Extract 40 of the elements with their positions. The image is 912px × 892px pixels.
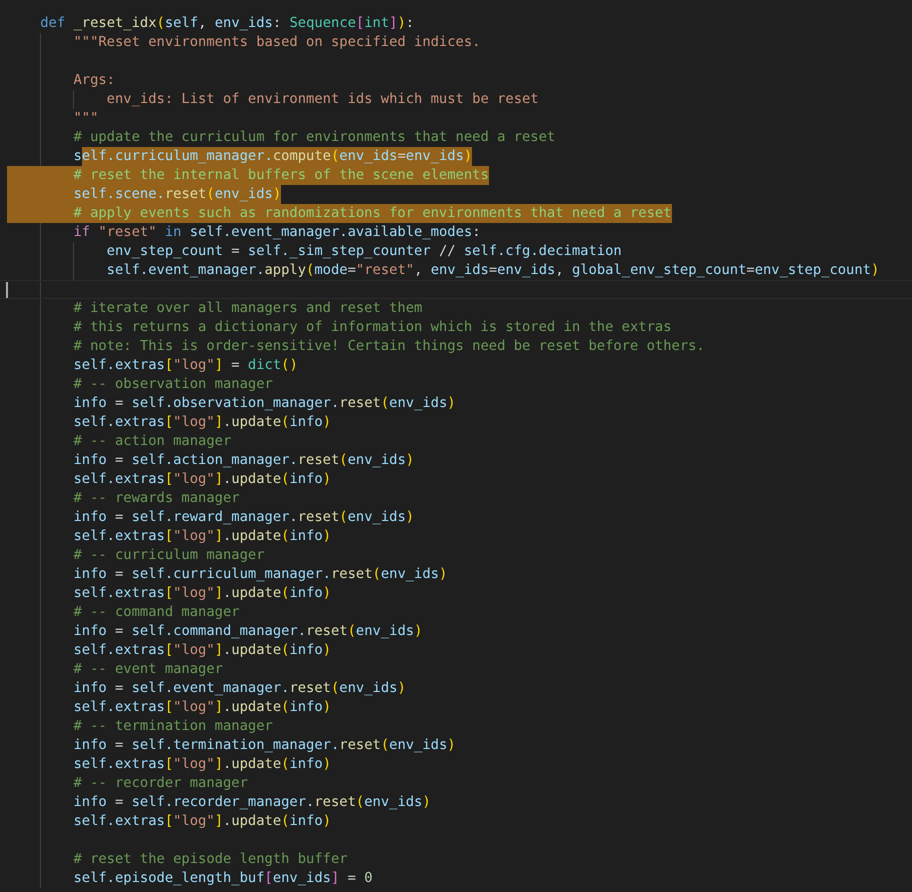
code-line: # reset the episode length buffer (72, 850, 348, 869)
code-line: # -- rewards manager (72, 489, 240, 508)
code-line: self.extras["log"].update(info) (72, 812, 332, 831)
code-line: # note: This is order-sensitive! Certain things need be reset before others. (72, 337, 705, 356)
code-line: # iterate over all managers and reset them (72, 299, 422, 318)
code-line: info = self.command_manager.reset(env_ids) (72, 622, 422, 641)
code-line: info = self.observation_manager.reset(env_ids) (72, 394, 456, 413)
code-line: self.extras["log"] = dict() (72, 356, 298, 375)
code-line: # -- observation manager (72, 375, 273, 394)
code-line: self.episode_length_buf[env_ids] = 0 (72, 869, 373, 888)
code-text: s (72, 147, 82, 166)
code-line: info = self.termination_manager.reset(env_ids) (72, 736, 456, 755)
code-line: self.extras["log"].update(info) (72, 755, 332, 774)
code-line: info = self.action_manager.reset(env_ids) (72, 451, 414, 470)
code-line: self.extras["log"].update(info) (72, 698, 332, 717)
code-line: env_ids: List of environment ids which must be reset (106, 90, 539, 109)
code-line: info = self.curriculum_manager.reset(env_ids) (72, 565, 448, 584)
code-line: """ (72, 109, 98, 128)
code-line: # -- action manager (72, 432, 232, 451)
code-line: info = self.reward_manager.reset(env_ids) (72, 508, 414, 527)
code-line: # -- command manager (72, 603, 240, 622)
code-line: def _reset_idx(self, env_ids: Sequence[int]): (39, 14, 414, 33)
code-line: self.extras["log"].update(info) (72, 527, 332, 546)
code-line: # -- recorder manager (72, 774, 248, 793)
code-line: self.event_manager.apply(mode="reset", env_ids=env_ids, global_env_step_count=env_step_count) (106, 261, 880, 280)
code-line: self.extras["log"].update(info) (72, 470, 332, 489)
code-line: if "reset" in self.event_manager.available_modes: (72, 223, 480, 242)
code-line: info = self.event_manager.reset(env_ids) (72, 679, 406, 698)
code-line: env_step_count = self._sim_step_counter // self.cfg.decimation (106, 242, 622, 261)
code-line: # this returns a dictionary of information which is stored in the extras (72, 318, 672, 337)
code-line: """Reset environments based on specified indices. (72, 33, 480, 52)
code-line: Args: (72, 71, 115, 90)
code-line: # -- event manager (72, 660, 223, 679)
code-line: self.extras["log"].update(info) (72, 584, 332, 603)
code-line: # -- termination manager (72, 717, 273, 736)
code-line: # update the curriculum for environments that need a reset (72, 128, 556, 147)
code-line: info = self.recorder_manager.reset(env_ids) (72, 793, 431, 812)
code-line: self.extras["log"].update(info) (72, 413, 332, 432)
code-line: # -- curriculum manager (72, 546, 264, 565)
code-line: self.extras["log"].update(info) (72, 641, 332, 660)
